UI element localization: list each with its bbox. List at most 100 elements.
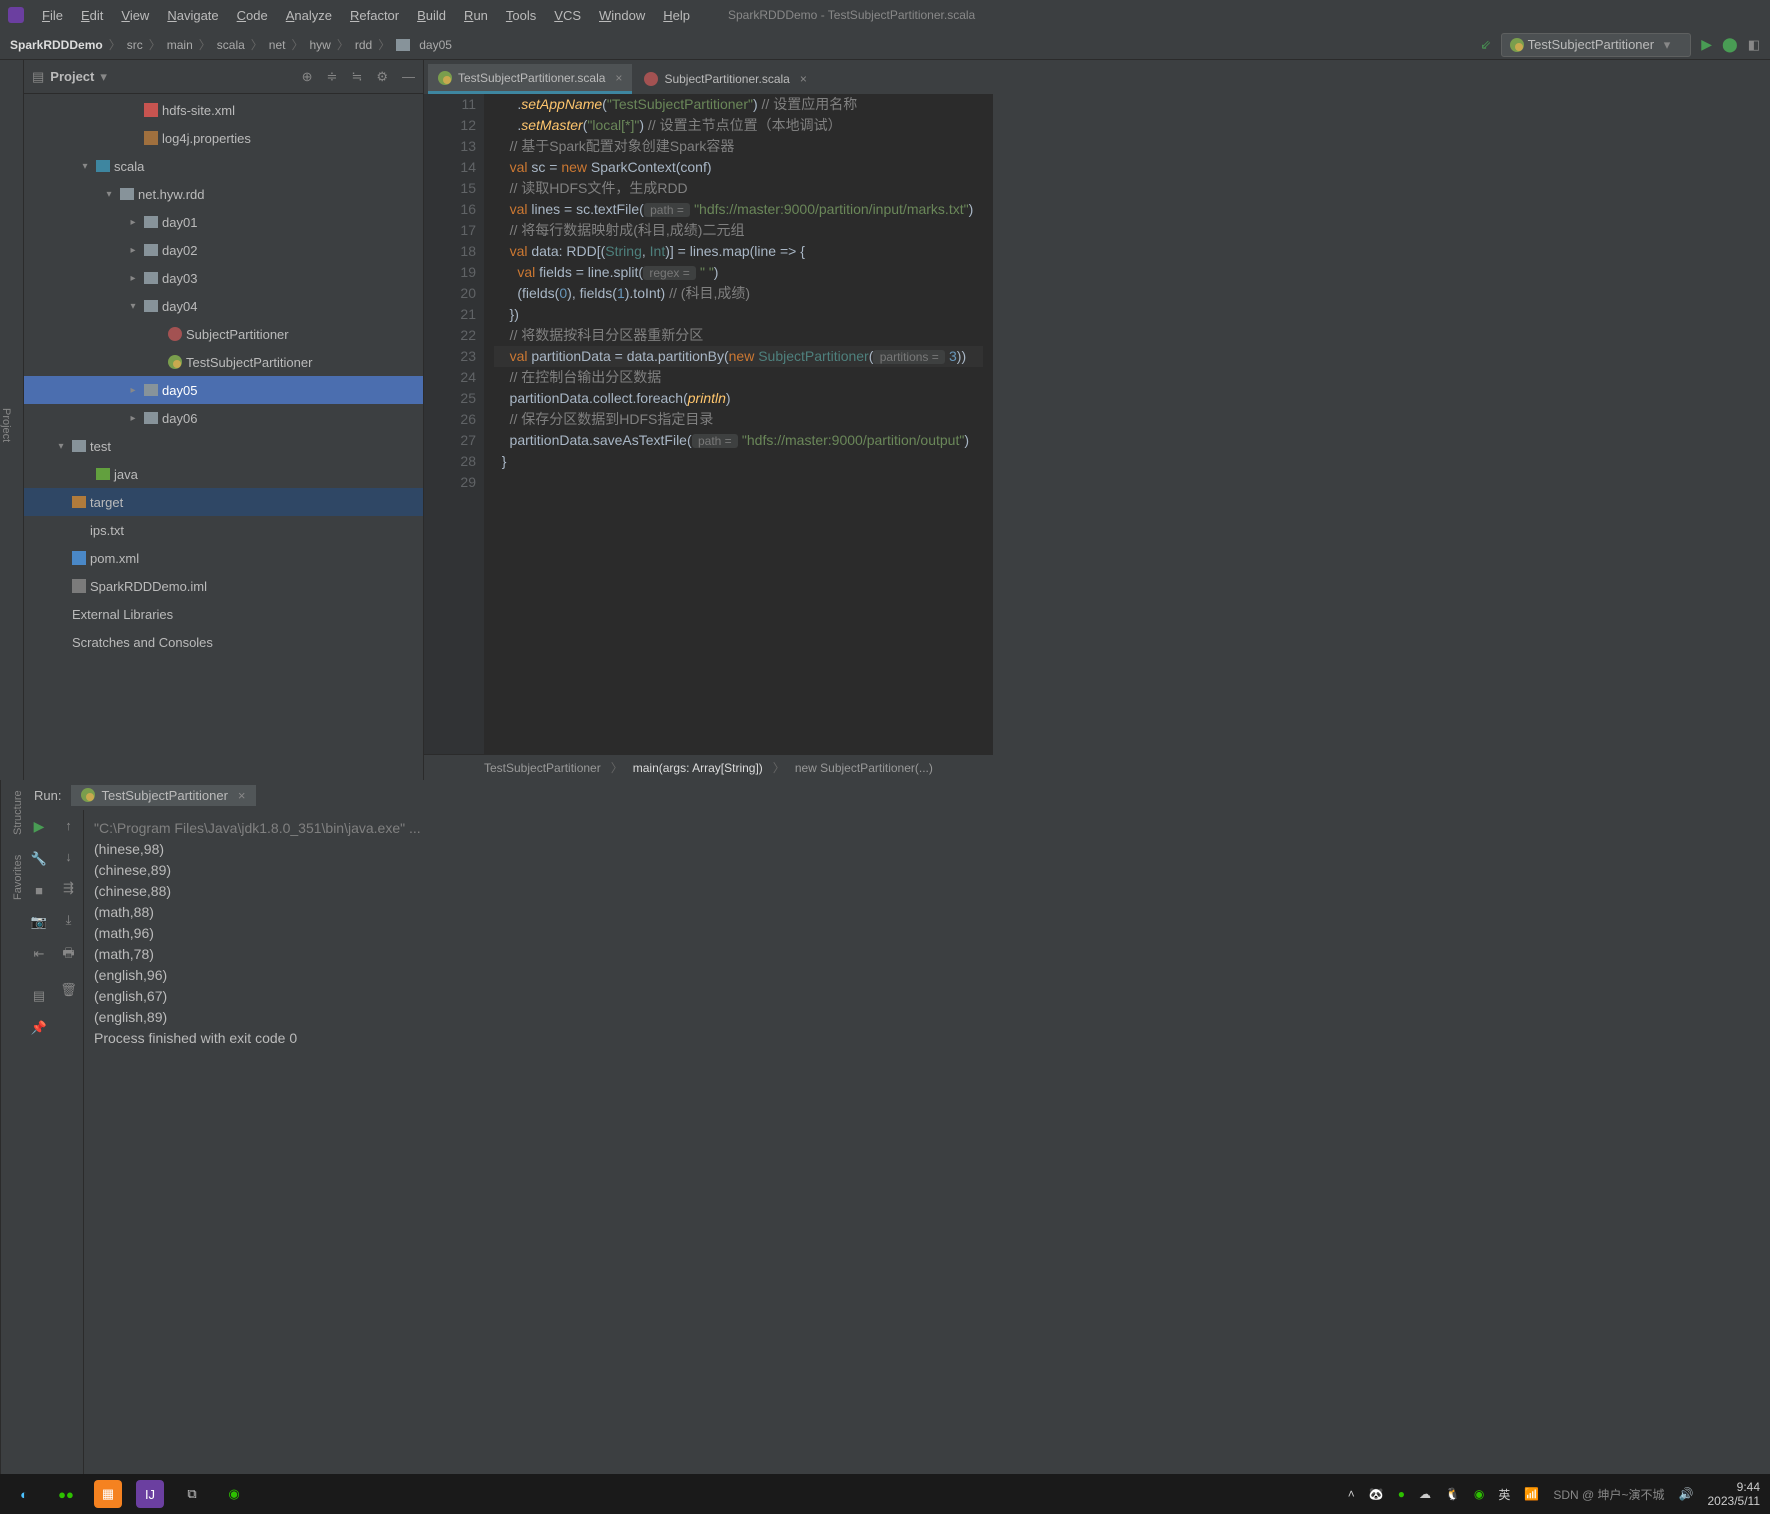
- coverage-icon[interactable]: ◧: [1748, 37, 1760, 53]
- collapse-icon[interactable]: ≒: [351, 69, 362, 85]
- close-icon[interactable]: ×: [615, 71, 622, 85]
- tree-item-day02[interactable]: ▸day02: [24, 236, 423, 264]
- menu-window[interactable]: Window: [591, 5, 653, 26]
- menu-analyze[interactable]: Analyze: [278, 5, 340, 26]
- tree-item-test[interactable]: ▾test: [24, 432, 423, 460]
- tree-item-java[interactable]: java: [24, 460, 423, 488]
- editor-gutter[interactable]: 11121314151617181920212223242526272829: [424, 94, 484, 754]
- ime-label[interactable]: 英: [1498, 1486, 1510, 1503]
- crumb-rdd[interactable]: rdd: [355, 38, 372, 52]
- clear-icon[interactable]: 🗑: [60, 982, 77, 998]
- structure-tab[interactable]: Structure: [1, 790, 24, 835]
- editor-tab-TestSubjectPartitioner.scala[interactable]: TestSubjectPartitioner.scala×: [428, 64, 632, 94]
- expand-icon[interactable]: ≑: [327, 69, 338, 85]
- tree-item-day03[interactable]: ▸day03: [24, 264, 423, 292]
- tray-security-icon[interactable]: ◉: [1474, 1487, 1484, 1501]
- tray-cloud-icon[interactable]: ☁: [1419, 1487, 1431, 1501]
- tree-item-SparkRDDDemo.iml[interactable]: SparkRDDDemo.iml: [24, 572, 423, 600]
- run-icon[interactable]: ▶: [1701, 36, 1712, 53]
- editor-crumb[interactable]: TestSubjectPartitioner: [484, 761, 601, 775]
- app-icon-green[interactable]: ◉: [220, 1480, 248, 1508]
- wrench-icon[interactable]: 🔧: [31, 851, 47, 867]
- tree-item-TestSubjectPartitioner[interactable]: TestSubjectPartitioner: [24, 348, 423, 376]
- menu-file[interactable]: File: [34, 5, 71, 26]
- build-icon[interactable]: ⇙: [1480, 37, 1491, 53]
- tree-item-target[interactable]: target: [24, 488, 423, 516]
- run-config-select[interactable]: TestSubjectPartitioner ▾: [1501, 33, 1691, 57]
- close-icon[interactable]: ×: [238, 788, 246, 803]
- tree-item-log4j.properties[interactable]: log4j.properties: [24, 124, 423, 152]
- layout-icon[interactable]: ▤: [33, 988, 45, 1004]
- favorites-tab[interactable]: Favorites: [1, 855, 24, 900]
- stop-icon[interactable]: ■: [35, 883, 43, 898]
- tree-item-SubjectPartitioner[interactable]: SubjectPartitioner: [24, 320, 423, 348]
- menu-build[interactable]: Build: [409, 5, 454, 26]
- crumb-SparkRDDDemo[interactable]: SparkRDDDemo: [10, 38, 103, 52]
- crumb-scala[interactable]: scala: [217, 38, 245, 52]
- tree-item-External Libraries[interactable]: External Libraries: [24, 600, 423, 628]
- run-tab[interactable]: TestSubjectPartitioner ×: [71, 785, 255, 806]
- menu-vcs[interactable]: VCS: [546, 5, 589, 26]
- menu-navigate[interactable]: Navigate: [159, 5, 226, 26]
- crumb-src[interactable]: src: [127, 38, 143, 52]
- tree-item-net.hyw.rdd[interactable]: ▾net.hyw.rdd: [24, 180, 423, 208]
- tray-wechat-icon[interactable]: ●: [1398, 1487, 1405, 1501]
- intellij-icon[interactable]: IJ: [136, 1480, 164, 1508]
- hide-icon[interactable]: —: [402, 69, 415, 85]
- menu-edit[interactable]: Edit: [73, 5, 111, 26]
- code-area[interactable]: .setAppName("TestSubjectPartitioner") //…: [484, 94, 993, 754]
- crumb-net[interactable]: net: [269, 38, 286, 52]
- down-icon[interactable]: ↓: [65, 849, 72, 864]
- menu-help[interactable]: Help: [655, 5, 698, 26]
- editor-crumb[interactable]: main(args: Array[String]): [633, 761, 763, 775]
- debug-icon[interactable]: ⬤: [1722, 36, 1738, 53]
- tree-item-day06[interactable]: ▸day06: [24, 404, 423, 432]
- exit-icon[interactable]: ⇤: [34, 946, 45, 962]
- left-stripe-bottom[interactable]: Favorites Structure: [0, 780, 24, 1480]
- pin-icon[interactable]: 📌: [31, 1020, 47, 1036]
- wifi-icon[interactable]: 📶: [1524, 1487, 1539, 1501]
- project-tree[interactable]: hdfs-site.xmllog4j.properties▾scala▾net.…: [24, 94, 423, 780]
- editor-tab-SubjectPartitioner.scala[interactable]: SubjectPartitioner.scala×: [634, 64, 816, 94]
- dump-icon[interactable]: 📷: [31, 914, 47, 930]
- rerun-icon[interactable]: ▶: [34, 818, 45, 835]
- locate-icon[interactable]: ⊕: [302, 69, 313, 85]
- breadcrumb[interactable]: SparkRDDDemo〉src〉main〉scala〉net〉hyw〉rdd〉…: [10, 36, 452, 53]
- clock[interactable]: 9:44 2023/5/11: [1708, 1480, 1761, 1508]
- left-stripe-top[interactable]: Project: [0, 60, 24, 780]
- tree-item-day04[interactable]: ▾day04: [24, 292, 423, 320]
- soft-wrap-icon[interactable]: ⇶: [63, 880, 74, 896]
- tree-item-ips.txt[interactable]: ips.txt: [24, 516, 423, 544]
- windows-taskbar[interactable]: ◐ ●● ▦ IJ ⧉ ◉ ˄ 🐼 ● ☁ 🐧 ◉ 英 📶 SDN @ 坤户~演…: [0, 1474, 1770, 1514]
- tree-item-pom.xml[interactable]: pom.xml: [24, 544, 423, 572]
- tray-chevron-icon[interactable]: ˄: [1348, 1487, 1355, 1501]
- tree-item-day01[interactable]: ▸day01: [24, 208, 423, 236]
- settings-icon[interactable]: ⚙: [376, 69, 388, 85]
- menu-tools[interactable]: Tools: [498, 5, 544, 26]
- scroll-end-icon[interactable]: ⤓: [66, 912, 72, 928]
- task-view-icon[interactable]: ⧉: [178, 1480, 206, 1508]
- editor-breadcrumb[interactable]: TestSubjectPartitioner〉main(args: Array[…: [424, 754, 993, 780]
- start-icon[interactable]: ◐: [10, 1480, 38, 1508]
- run-console[interactable]: "C:\Program Files\Java\jdk1.8.0_351\bin\…: [84, 780, 1770, 1480]
- menu-code[interactable]: Code: [229, 5, 276, 26]
- close-icon[interactable]: ×: [800, 72, 807, 86]
- tree-item-scala[interactable]: ▾scala: [24, 152, 423, 180]
- tray-panda-icon[interactable]: 🐼: [1369, 1487, 1384, 1501]
- editor-crumb[interactable]: new SubjectPartitioner(...): [795, 761, 933, 775]
- tree-item-Scratches and Consoles[interactable]: Scratches and Consoles: [24, 628, 423, 656]
- tree-item-hdfs-site.xml[interactable]: hdfs-site.xml: [24, 96, 423, 124]
- wechat-icon[interactable]: ●●: [52, 1480, 80, 1508]
- menu-view[interactable]: View: [113, 5, 157, 26]
- up-icon[interactable]: ↑: [65, 818, 72, 833]
- tray-qq-icon[interactable]: 🐧: [1445, 1487, 1460, 1501]
- crumb-main[interactable]: main: [167, 38, 193, 52]
- print-icon[interactable]: 🖶: [62, 944, 74, 966]
- project-tab[interactable]: Project: [0, 408, 12, 442]
- tree-item-day05[interactable]: ▸day05: [24, 376, 423, 404]
- crumb-day05[interactable]: day05: [419, 38, 452, 52]
- menu-refactor[interactable]: Refactor: [342, 5, 407, 26]
- volume-icon[interactable]: 🔊: [1679, 1487, 1694, 1501]
- menu-run[interactable]: Run: [456, 5, 496, 26]
- crumb-hyw[interactable]: hyw: [310, 38, 331, 52]
